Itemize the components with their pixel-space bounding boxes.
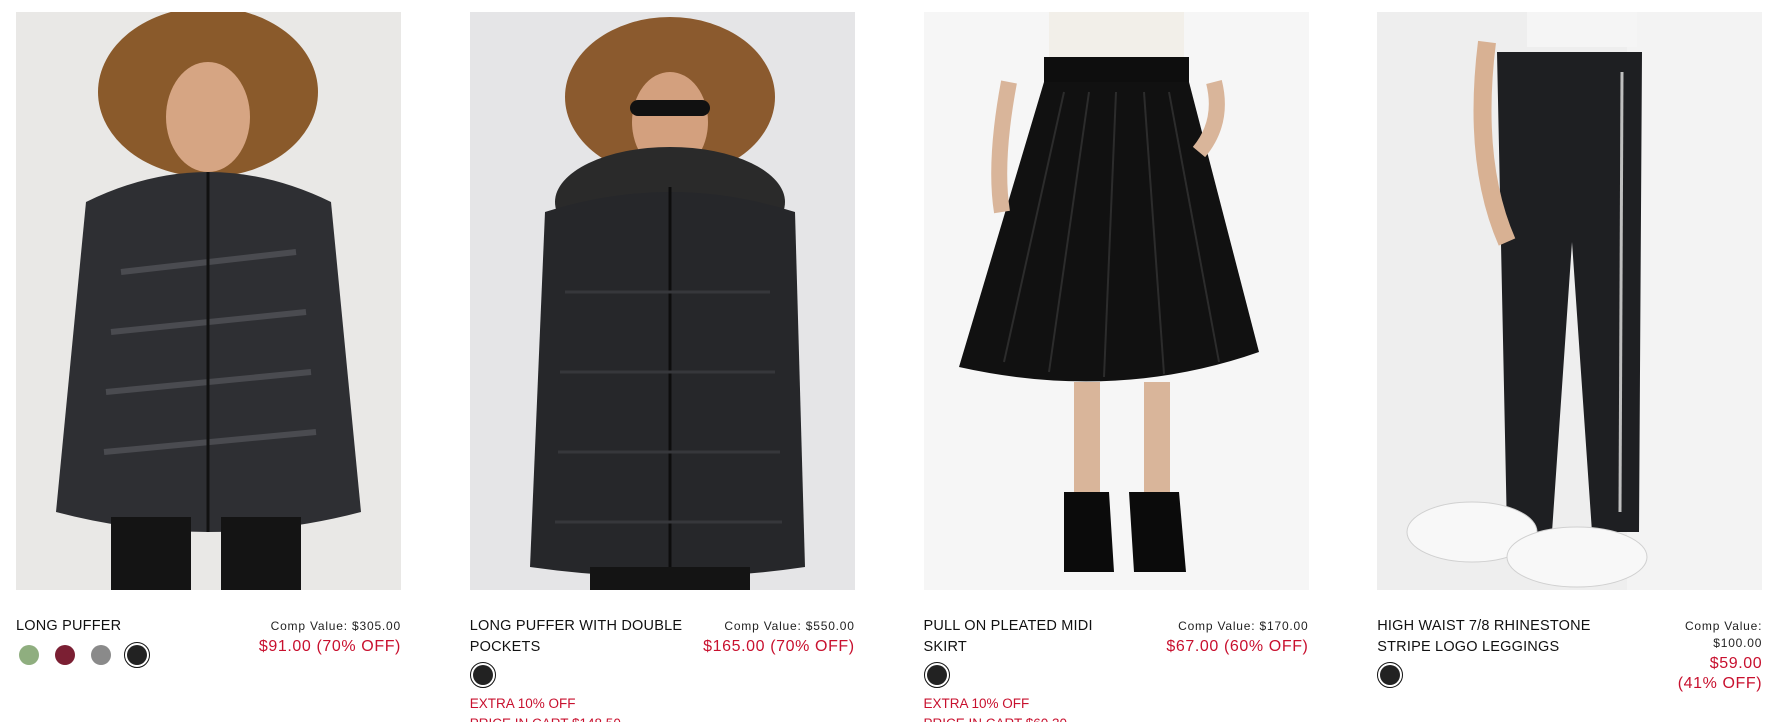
product-card[interactable]: LONG PUFFER Comp Value: $305.00 $91.00 (… — [16, 12, 401, 722]
swatch-black-selected[interactable] — [1377, 662, 1404, 688]
product-image[interactable] — [923, 12, 1309, 590]
sale-price: $91.00 (70% OFF) — [258, 638, 401, 655]
comp-value: Comp Value: $100.00 — [1684, 619, 1763, 650]
price-block: Comp Value: $550.00 $165.00 (70% OFF) — [703, 618, 855, 657]
price-block: Comp Value: $100.00 $59.00 (41% OFF) — [1667, 618, 1762, 694]
color-swatches — [16, 642, 160, 668]
price-block: Comp Value: $305.00 $91.00 (70% OFF) — [259, 618, 401, 657]
price-block: Comp Value: $170.00 $67.00 (60% OFF) — [1166, 618, 1308, 657]
product-image[interactable] — [469, 12, 855, 590]
product-name[interactable]: PULL ON PLEATED MIDI SKIRT — [924, 616, 1139, 658]
comp-value: Comp Value: $170.00 — [1178, 619, 1309, 633]
swatch-sage[interactable] — [16, 642, 42, 668]
product-image[interactable] — [16, 12, 401, 590]
product-name[interactable]: LONG PUFFER WITH DOUBLE POCKETS — [470, 616, 685, 658]
swatch-black-selected[interactable] — [469, 662, 496, 688]
sale-price: $165.00 (70% OFF) — [703, 638, 855, 655]
product-card[interactable]: HIGH WAIST 7/8 RHINESTONE STRIPE LOGO LE… — [1377, 12, 1763, 722]
product-name[interactable]: HIGH WAIST 7/8 RHINESTONE STRIPE LOGO LE… — [1377, 616, 1592, 658]
promo-extra-off: EXTRA 10% OFF — [923, 696, 1030, 711]
color-swatches — [1377, 662, 1413, 688]
promo-price-in-cart: PRICE IN CART $60.30 — [924, 714, 1068, 722]
swatch-black-selected[interactable] — [124, 642, 150, 668]
sale-price: $59.00 (41% OFF) — [1677, 655, 1763, 692]
product-card[interactable]: LONG PUFFER WITH DOUBLE POCKETS Comp Val… — [469, 12, 855, 722]
promo-extra-off: EXTRA 10% OFF — [469, 696, 576, 711]
color-swatches — [923, 662, 960, 688]
product-card[interactable]: PULL ON PLEATED MIDI SKIRT Comp Value: $… — [923, 12, 1309, 722]
swatch-black-selected[interactable] — [923, 662, 950, 688]
comp-value: Comp Value: $305.00 — [270, 619, 401, 633]
comp-value: Comp Value: $550.00 — [724, 619, 855, 633]
color-swatches — [469, 662, 506, 688]
product-name[interactable]: LONG PUFFER — [16, 616, 231, 637]
promo-price-in-cart: PRICE IN CART $148.50 — [470, 714, 621, 722]
swatch-burgundy[interactable] — [52, 642, 78, 668]
sale-price: $67.00 (60% OFF) — [1166, 638, 1309, 655]
product-image[interactable] — [1377, 12, 1763, 590]
swatch-grey[interactable] — [88, 642, 114, 668]
product-grid: LONG PUFFER Comp Value: $305.00 $91.00 (… — [16, 12, 1763, 722]
